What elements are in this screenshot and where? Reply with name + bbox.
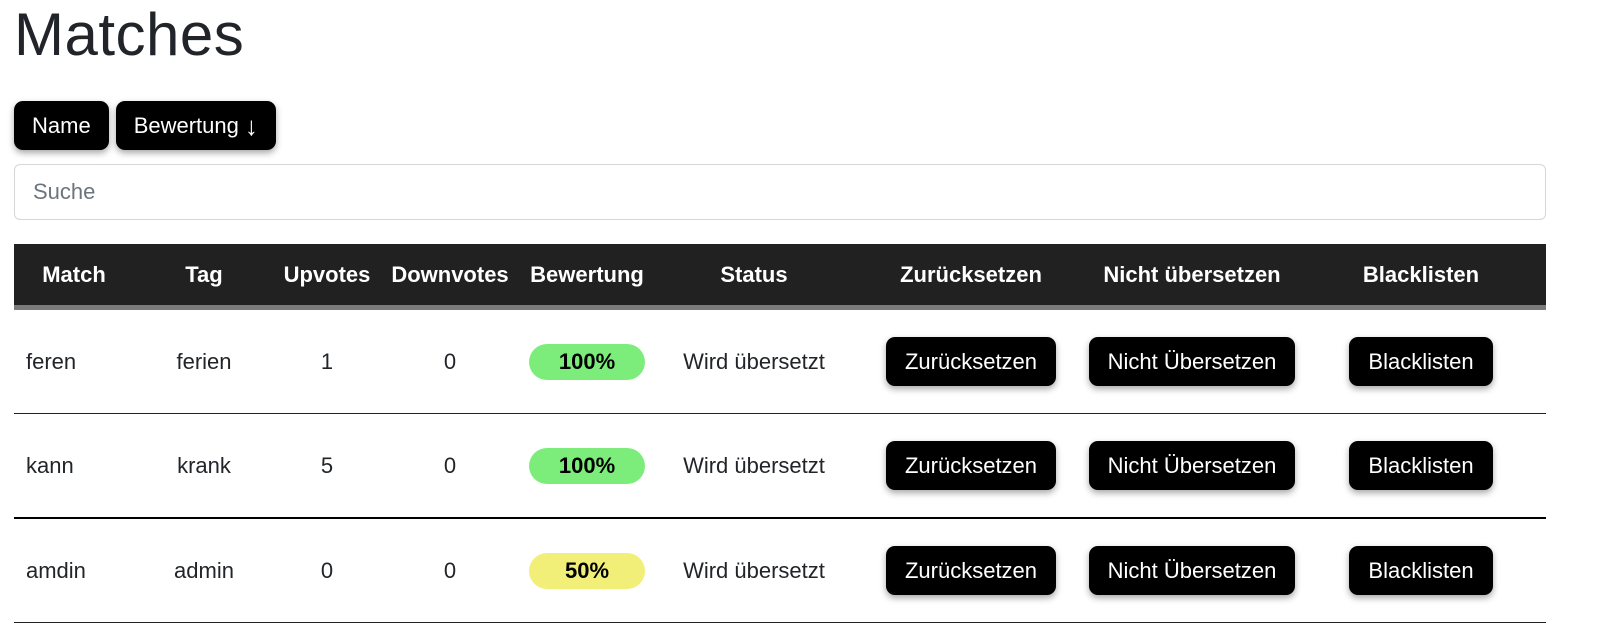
column-header-match: Match bbox=[14, 244, 134, 310]
column-header-status: Status bbox=[654, 244, 854, 310]
no-translate-cell: Nicht Übersetzen bbox=[1088, 413, 1296, 519]
rating-badge: 100% bbox=[529, 447, 645, 484]
blacklist-cell: Blacklisten bbox=[1296, 413, 1546, 519]
upvotes-cell: 5 bbox=[274, 413, 380, 519]
reset-cell: Zurücksetzen bbox=[854, 518, 1088, 623]
status-cell: Wird übersetzt bbox=[654, 518, 854, 623]
status-cell: Wird übersetzt bbox=[654, 413, 854, 519]
table-row: feren ferien 1 0 100% Wird übersetzt Zur… bbox=[14, 307, 1546, 414]
sort-by-rating-label: Bewertung bbox=[133, 112, 239, 138]
sort-by-name-button[interactable]: Name bbox=[14, 101, 109, 150]
blacklist-button[interactable]: Blacklisten bbox=[1349, 337, 1493, 386]
sort-by-rating-button[interactable]: Bewertung ↓ bbox=[115, 101, 276, 150]
reset-button[interactable]: Zurücksetzen bbox=[885, 546, 1057, 595]
no-translate-button[interactable]: Nicht Übersetzen bbox=[1088, 441, 1296, 490]
table-row: kann krank 5 0 100% Wird übersetzt Zurüc… bbox=[14, 413, 1546, 519]
sort-descending-arrow-icon: ↓ bbox=[244, 110, 258, 141]
rating-cell: 50% bbox=[520, 518, 654, 623]
reset-cell: Zurücksetzen bbox=[854, 413, 1088, 519]
downvotes-cell: 0 bbox=[380, 518, 520, 623]
column-header-downvotes: Downvotes bbox=[380, 244, 520, 310]
sort-by-name-label: Name bbox=[32, 112, 91, 138]
rating-badge: 50% bbox=[529, 552, 645, 589]
tag-cell: ferien bbox=[134, 307, 274, 414]
match-cell: amdin bbox=[14, 518, 134, 623]
blacklist-cell: Blacklisten bbox=[1296, 518, 1546, 623]
column-header-rating: Bewertung bbox=[520, 244, 654, 310]
column-header-no-translate: Nicht übersetzen bbox=[1088, 244, 1296, 310]
no-translate-button[interactable]: Nicht Übersetzen bbox=[1088, 337, 1296, 386]
column-header-blacklist: Blacklisten bbox=[1296, 244, 1546, 310]
page-title: Matches bbox=[14, 1, 245, 68]
upvotes-cell: 1 bbox=[274, 307, 380, 414]
table-header: Match Tag Upvotes Downvotes Bewertung St… bbox=[14, 244, 1546, 310]
tag-cell: krank bbox=[134, 413, 274, 519]
tag-cell: admin bbox=[134, 518, 274, 623]
reset-cell: Zurücksetzen bbox=[854, 307, 1088, 414]
no-translate-cell: Nicht Übersetzen bbox=[1088, 307, 1296, 414]
column-header-reset: Zurücksetzen bbox=[854, 244, 1088, 310]
column-header-upvotes: Upvotes bbox=[274, 244, 380, 310]
match-cell: feren bbox=[14, 307, 134, 414]
no-translate-button[interactable]: Nicht Übersetzen bbox=[1088, 546, 1296, 595]
column-header-tag: Tag bbox=[134, 244, 274, 310]
table-row: amdin admin 0 0 50% Wird übersetzt Zurüc… bbox=[14, 518, 1546, 623]
blacklist-button[interactable]: Blacklisten bbox=[1349, 546, 1493, 595]
rating-badge: 100% bbox=[529, 343, 645, 380]
rating-cell: 100% bbox=[520, 413, 654, 519]
downvotes-cell: 0 bbox=[380, 413, 520, 519]
no-translate-cell: Nicht Übersetzen bbox=[1088, 518, 1296, 623]
status-cell: Wird übersetzt bbox=[654, 307, 854, 414]
match-cell: kann bbox=[14, 413, 134, 519]
sort-bar: Name Bewertung ↓ bbox=[14, 101, 1604, 150]
upvotes-cell: 0 bbox=[274, 518, 380, 623]
page: Matches Name Bewertung ↓ Match Tag Upvot… bbox=[0, 0, 1618, 623]
reset-button[interactable]: Zurücksetzen bbox=[885, 441, 1057, 490]
matches-table: Match Tag Upvotes Downvotes Bewertung St… bbox=[14, 244, 1546, 623]
blacklist-button[interactable]: Blacklisten bbox=[1349, 441, 1493, 490]
search-input[interactable] bbox=[14, 164, 1546, 220]
downvotes-cell: 0 bbox=[380, 307, 520, 414]
blacklist-cell: Blacklisten bbox=[1296, 307, 1546, 414]
rating-cell: 100% bbox=[520, 307, 654, 414]
reset-button[interactable]: Zurücksetzen bbox=[885, 337, 1057, 386]
table-body: feren ferien 1 0 100% Wird übersetzt Zur… bbox=[14, 307, 1546, 623]
